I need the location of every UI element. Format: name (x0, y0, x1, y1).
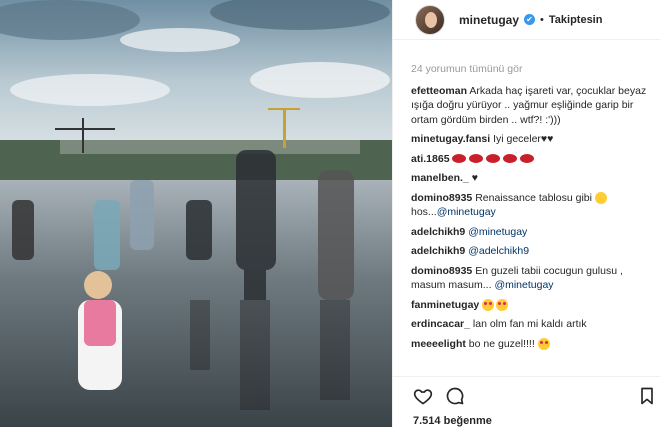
comment-item: manelben._ ♥ (411, 171, 651, 186)
comment-text: Iyi geceler♥♥ (493, 133, 554, 145)
comment-text-continued: hos... (411, 206, 437, 218)
comments-area[interactable]: 24 yorumun tümünü gör efetteoman Arkada … (393, 40, 660, 376)
comment-item: minetugay.fansi Iyi geceler♥♥ (411, 132, 651, 147)
post-image (0, 0, 392, 427)
avatar[interactable] (415, 4, 445, 35)
mention-link[interactable]: @minetugay (437, 206, 496, 218)
comment-username[interactable]: adelchikh9 (411, 245, 465, 257)
heart-eyes-emoji-icon (496, 298, 509, 311)
comment-item: efetteoman Arkada haç işareti var, çocuk… (411, 84, 651, 128)
comment-username[interactable]: meeeelight (411, 338, 466, 350)
comment-username[interactable]: domino8935 (411, 192, 472, 204)
comment-item: fanminetugay (411, 298, 651, 313)
mention-link[interactable]: @adelchikh9 (468, 245, 529, 257)
likes-number: 7.514 (413, 415, 441, 427)
heart-eyes-emoji-icon (537, 337, 550, 350)
comment-item: ati.1865 (411, 152, 651, 167)
comment-username[interactable]: ati.1865 (411, 153, 450, 165)
comment-item: adelchikh9 @adelchikh9 (411, 244, 651, 259)
heart-eyes-emoji-icon (482, 298, 495, 311)
comment-item: adelchikh9 @minetugay (411, 225, 651, 240)
comment-icon[interactable] (445, 386, 465, 406)
comment-item: domino8935 Renaissance tablosu gibi hos.… (411, 191, 651, 220)
likes-count[interactable]: 7.514 beğenme (413, 415, 492, 427)
follow-status-button[interactable]: Takiptesin (549, 14, 603, 26)
post-sidebar: minetugay ✔ • Takiptesin 24 yorumun tümü… (392, 0, 660, 427)
comment-username[interactable]: adelchikh9 (411, 226, 465, 238)
mention-link[interactable]: @minetugay (494, 279, 553, 291)
comment-username[interactable]: domino8935 (411, 265, 472, 277)
heart-icon[interactable] (413, 386, 433, 406)
comment-text: lan olm fan mi kaldı artık (472, 318, 587, 330)
comment-text: Renaissance tablosu gibi (475, 191, 592, 204)
comment-item: domino8935 En guzeli tabii cocugun gulus… (411, 264, 651, 293)
header-separator: • (540, 13, 544, 26)
view-all-comments-link[interactable]: 24 yorumun tümünü gör (411, 62, 651, 77)
comment-username[interactable]: manelben._ (411, 172, 469, 184)
likes-label: beğenme (443, 415, 492, 427)
comment-username[interactable]: minetugay.fansi (411, 133, 490, 145)
comment-username[interactable]: efetteoman (411, 85, 467, 97)
smile-emoji-icon (594, 191, 607, 204)
comment-item: meeeelight bo ne guzel!!!! (411, 337, 651, 352)
verified-badge-icon: ✔ (524, 14, 536, 25)
comment-item: erdincacar_ lan olm fan mi kaldı artık (411, 317, 651, 332)
author-username[interactable]: minetugay (459, 13, 519, 27)
mention-link[interactable]: @minetugay (468, 226, 527, 238)
comment-text: bo ne guzel!!!! (468, 337, 535, 350)
comment-text: ♥ (471, 172, 478, 184)
post-header: minetugay ✔ • Takiptesin (393, 0, 660, 40)
comment-username[interactable]: erdincacar_ (411, 318, 470, 330)
bookmark-icon[interactable] (637, 386, 657, 406)
post-actions-bar: 7.514 beğenme (393, 376, 660, 427)
post-photo[interactable] (0, 0, 392, 427)
lips-emoji-icon (452, 153, 537, 165)
comment-username[interactable]: fanminetugay (411, 299, 479, 311)
